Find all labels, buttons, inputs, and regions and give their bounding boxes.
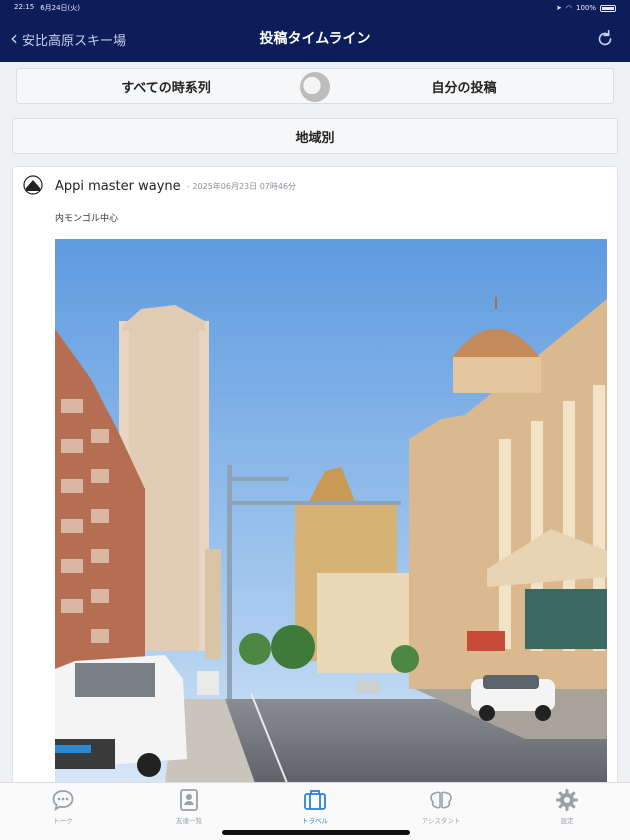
tab-settings-label: 設定 [560, 817, 574, 825]
navigation-bar: ‹ 安比高原スキー場 投稿タイムライン [0, 16, 630, 62]
post-text: 内モンゴル中心 [55, 214, 119, 224]
my-posts-button[interactable]: 自分の投稿 [315, 69, 613, 103]
status-time: 22:15 [14, 3, 35, 11]
timeline-content[interactable]: すべての時系列 自分の投稿 地域別 Appi master wayne - 20… [0, 62, 630, 782]
gear-icon [556, 789, 578, 811]
location-icon: ➤ [556, 4, 562, 12]
tab-travel-label: トラベル [302, 817, 328, 825]
post-photo[interactable] [55, 239, 607, 782]
tab-talk[interactable]: トーク [0, 783, 126, 840]
refresh-icon[interactable] [594, 28, 616, 50]
chat-bubble-icon [52, 790, 74, 811]
contact-card-icon [180, 789, 198, 811]
back-button[interactable]: ‹ 安比高原スキー場 [10, 16, 126, 62]
all-timeline-button[interactable]: すべての時系列 [17, 69, 315, 103]
wifi-icon: ◠ [565, 4, 572, 12]
back-label: 安比高原スキー場 [22, 33, 127, 49]
toggle-switch-icon[interactable] [300, 72, 330, 102]
status-bar: 22:15 6月24日(火) ➤ ◠ 100% [0, 0, 630, 16]
status-date: 6月24日(火) [40, 4, 81, 12]
chevron-left-icon: ‹ [10, 26, 18, 50]
tab-friends-label: 友達一覧 [176, 817, 202, 825]
timeline-filter-segment: すべての時系列 自分の投稿 [16, 68, 614, 104]
home-indicator[interactable] [222, 830, 410, 835]
region-filter-button[interactable]: 地域別 [12, 118, 618, 154]
post-username[interactable]: Appi master wayne [55, 179, 181, 194]
battery-percent: 100% [575, 4, 596, 12]
suitcase-icon [304, 790, 326, 810]
battery-icon [600, 4, 616, 12]
post-card: Appi master wayne - 2025年06月23日 07時46分 内… [12, 166, 618, 782]
post-timestamp: - 2025年06月23日 07時46分 [187, 182, 297, 191]
user-avatar-icon[interactable] [23, 175, 43, 195]
tab-assistant-label: アシスタント [421, 817, 461, 825]
brain-icon [430, 791, 452, 809]
tab-talk-label: トーク [53, 817, 73, 825]
tab-settings[interactable]: 設定 [504, 783, 630, 840]
